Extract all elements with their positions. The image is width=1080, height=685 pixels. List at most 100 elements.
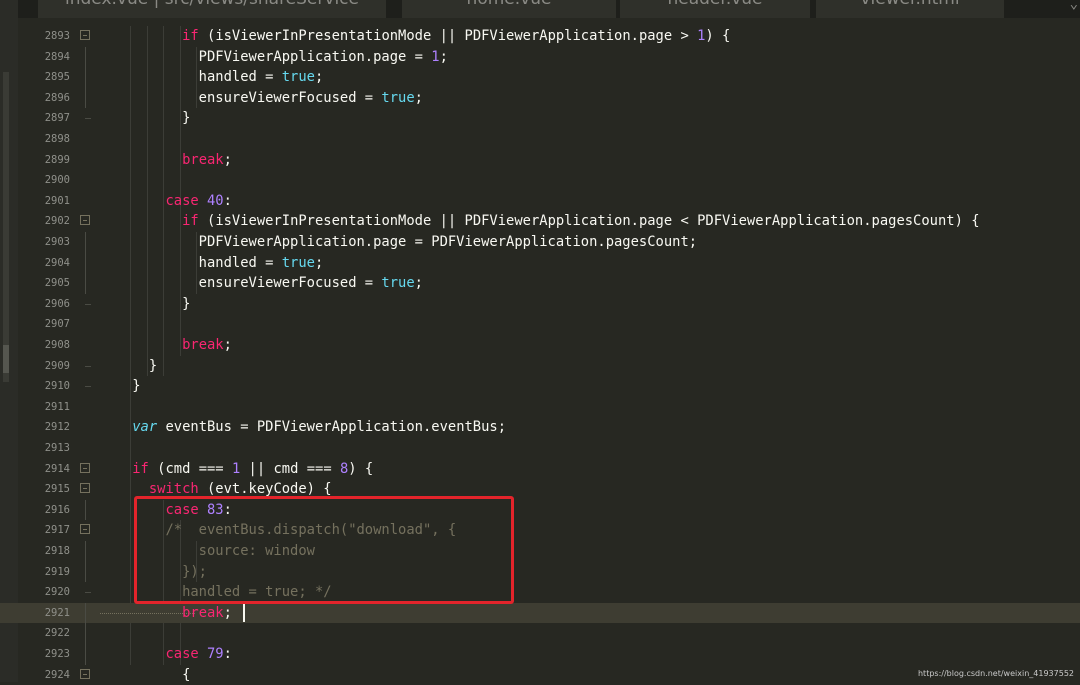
code-text: case 79: (99, 644, 231, 665)
line-number: 2893 (44, 30, 70, 42)
tab-index-vue[interactable]: index.vue | src/views/shareService (38, 0, 386, 18)
code-line[interactable]: 2922 (0, 623, 1080, 644)
fold-toggle-icon[interactable] (80, 30, 90, 40)
fold-end-marker (85, 386, 91, 388)
code-line[interactable]: 2895 handled = true; (0, 67, 1080, 88)
line-number: 2910 (44, 380, 70, 393)
fold-end-marker (85, 365, 91, 367)
code-token: || cmd === (240, 460, 340, 477)
line-number: 2894 (44, 50, 70, 63)
code-token: var (132, 419, 158, 436)
tab-header-vue[interactable]: header.vue (620, 0, 810, 18)
code-line[interactable]: 2913 (0, 438, 1080, 459)
fold-toggle-icon[interactable] (80, 668, 90, 679)
code-line[interactable]: 2907 (0, 314, 1080, 335)
line-number: 2923 (44, 648, 70, 660)
code-token: true (281, 254, 315, 271)
code-text: break; (99, 150, 232, 171)
fold-toggle-icon[interactable] (80, 215, 90, 226)
fold-toggle-icon[interactable] (80, 483, 90, 494)
code-line[interactable]: 2902 if (isViewerInPresentationMode || P… (0, 211, 1080, 232)
line-number: 2916 (44, 503, 70, 516)
code-text: break; (99, 603, 232, 624)
fold-line (85, 541, 86, 562)
tab-home-vue[interactable]: home.vue (402, 0, 616, 18)
code-token: (evt.keyCode) { (198, 481, 332, 498)
code-token: (isViewerInPresentationMode || PDFViewer… (198, 28, 698, 44)
code-line[interactable]: 2894 PDFViewerApplication.page = 1; (0, 46, 1080, 68)
code-token: } (99, 110, 191, 127)
code-token: } (99, 357, 158, 374)
code-line[interactable]: 2923 case 79: (0, 644, 1080, 665)
code-token: 1 (231, 460, 241, 477)
code-token: 1 (431, 48, 440, 65)
code-line[interactable]: 2908 break; (0, 335, 1080, 356)
code-token: PDFViewerApplication.page = (99, 48, 432, 65)
tab-bar: index.vue | src/views/shareService home.… (18, 0, 1080, 18)
annotation-highlight-box (134, 496, 514, 604)
line-number: 2897 (44, 112, 70, 125)
code-token: } (99, 295, 191, 312)
code-line[interactable]: 2898 (0, 129, 1080, 150)
tab-overflow-icon[interactable]: ⌄ (1070, 0, 1078, 12)
code-token: case (165, 646, 199, 662)
code-token: ; (223, 604, 232, 621)
code-token: (cmd === (148, 460, 232, 477)
fold-line (85, 644, 86, 665)
fold-line (85, 67, 86, 88)
code-line[interactable]: 2896 ensureViewerFocused = true; (0, 87, 1080, 109)
code-text: ensureViewerFocused = true; (99, 88, 423, 109)
code-line[interactable]: 2911 (0, 397, 1080, 418)
line-number: 2921 (44, 606, 70, 619)
current-line[interactable]: 2921 break; (0, 602, 1080, 624)
code-line[interactable]: 2901 case 40: (0, 191, 1080, 212)
code-token: } (99, 378, 141, 395)
code-line[interactable]: 2899 break; (0, 150, 1080, 171)
code-line[interactable]: 2903 PDFViewerApplication.page = PDFView… (0, 232, 1080, 253)
line-number: 2896 (44, 91, 70, 104)
line-number: 2902 (44, 215, 70, 228)
code-line[interactable]: 2904 handled = true; (0, 252, 1080, 274)
code-text: if (isViewerInPresentationMode || PDFVie… (99, 211, 979, 232)
code-text: if (isViewerInPresentationMode || PDFVie… (99, 26, 730, 47)
code-token: if (182, 28, 199, 44)
code-line[interactable]: 2893 if (isViewerInPresentationMode || P… (0, 26, 1080, 47)
code-line[interactable]: 2900 (0, 170, 1080, 191)
code-token: ; (223, 337, 232, 353)
code-token: PDFViewerApplication.page = PDFViewerApp… (99, 234, 698, 250)
tab-viewer-html[interactable]: viewer.html (816, 0, 1004, 18)
code-token: break (182, 604, 224, 621)
line-number: 2905 (44, 277, 70, 290)
code-token: ; (439, 48, 448, 65)
code-line[interactable]: 2910 } (0, 376, 1080, 397)
fold-line (85, 602, 86, 624)
line-number: 2920 (44, 586, 70, 599)
code-line[interactable]: 2909 } (0, 356, 1080, 377)
code-line[interactable]: 2906 } (0, 294, 1080, 315)
code-line[interactable]: 2897 } (0, 108, 1080, 129)
line-number: 2899 (44, 153, 70, 166)
fold-line (85, 252, 86, 274)
fold-toggle-icon[interactable] (80, 462, 90, 473)
watermark: https://blog.csdn.net/weixin_41937552 (917, 669, 1074, 678)
code-token: true (281, 69, 315, 86)
code-token: ) { (348, 460, 374, 477)
code-token: ; (414, 275, 423, 292)
fold-end-marker (85, 592, 91, 594)
code-text: case 40: (99, 191, 231, 212)
line-number: 2912 (44, 421, 70, 434)
code-token: ensureViewerFocused = (99, 275, 382, 292)
code-line[interactable]: 2905 ensureViewerFocused = true; (0, 273, 1080, 294)
line-number: 2919 (44, 565, 70, 578)
code-line[interactable]: 2912 var eventBus = PDFViewerApplication… (0, 417, 1080, 438)
fold-toggle-icon[interactable] (80, 524, 90, 535)
code-token: case (165, 192, 199, 209)
fold-line (85, 273, 86, 294)
code-line[interactable]: 2914 if (cmd === 1 || cmd === 8) { (0, 459, 1080, 480)
